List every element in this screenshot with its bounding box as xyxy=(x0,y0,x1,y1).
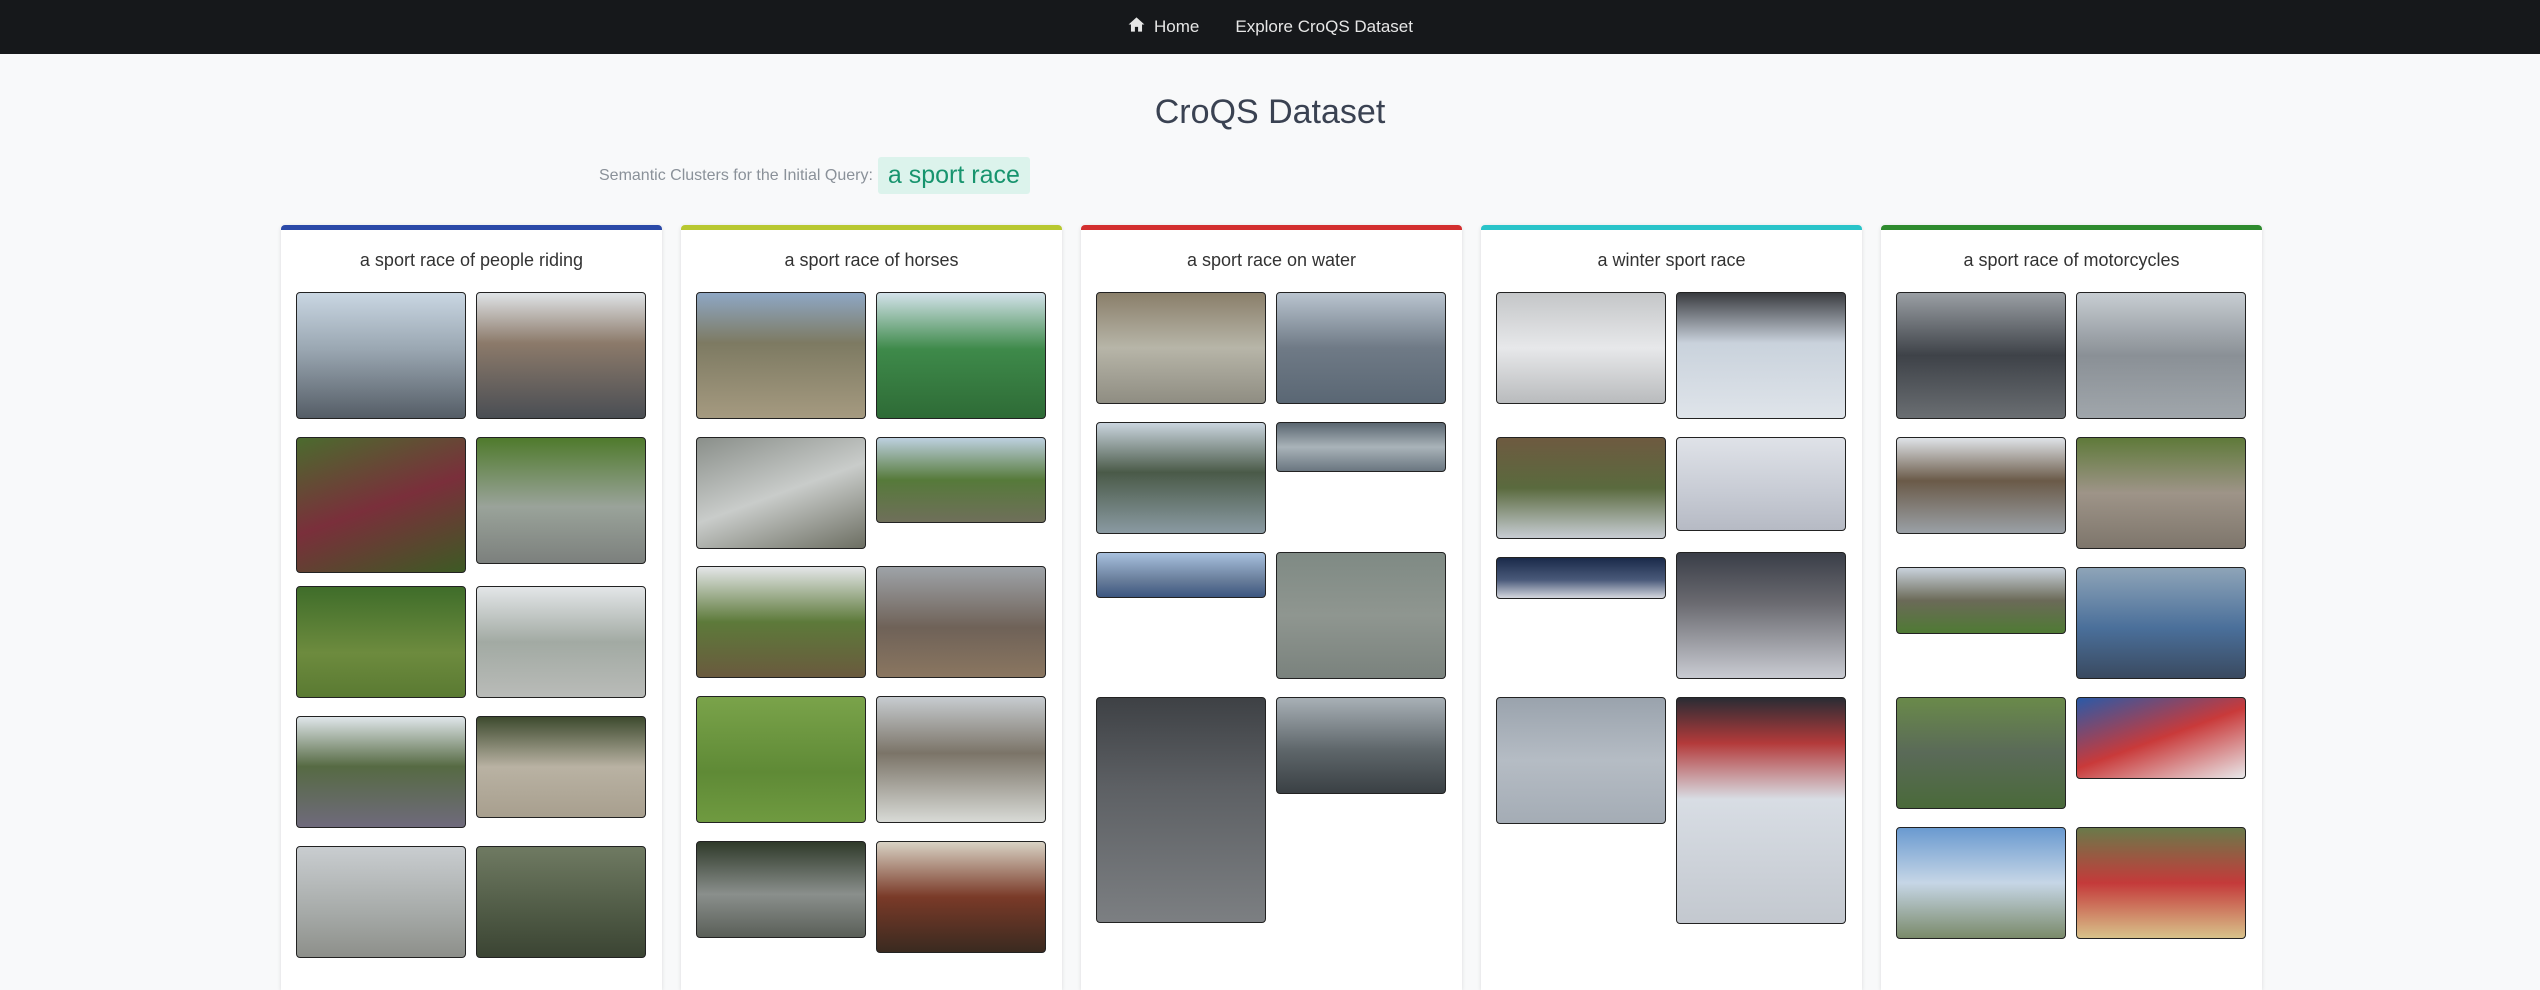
cluster-image[interactable] xyxy=(1676,437,1846,531)
cluster-card: a sport race on water xyxy=(1081,225,1462,990)
cluster-image[interactable] xyxy=(1276,292,1446,404)
page-title: CroQS Dataset xyxy=(1154,93,1386,131)
query-label: Semantic Clusters for the Initial Query: xyxy=(599,166,873,184)
cluster-image[interactable] xyxy=(1496,292,1666,404)
cluster-image[interactable] xyxy=(696,696,866,823)
nav-home-label: Home xyxy=(1154,17,1200,36)
cluster-image[interactable] xyxy=(696,437,866,549)
cluster-columns: a sport race of people riding a sport ra… xyxy=(281,225,2263,990)
cluster-card: a winter sport race xyxy=(1481,225,1862,990)
cluster-title: a sport race of motorcycles xyxy=(1963,250,2180,270)
cluster-card: a sport race of horses xyxy=(681,225,1062,990)
nav-explore-label: Explore CroQS Dataset xyxy=(1235,17,1413,36)
nav-home-link[interactable]: Home xyxy=(1127,15,1199,39)
cluster-image[interactable] xyxy=(2076,292,2246,419)
cluster-title: a sport race of horses xyxy=(784,250,959,270)
query-badge: a sport race xyxy=(877,157,1030,194)
cluster-image[interactable] xyxy=(1096,552,1266,598)
cluster-image[interactable] xyxy=(1496,557,1666,599)
cluster-image[interactable] xyxy=(296,586,466,698)
home-icon xyxy=(1127,15,1146,39)
cluster-image[interactable] xyxy=(296,716,466,828)
cluster-image[interactable] xyxy=(296,437,466,573)
cluster-image[interactable] xyxy=(296,846,466,958)
cluster-image[interactable] xyxy=(1276,697,1446,794)
cluster-image[interactable] xyxy=(476,716,646,818)
cluster-card: a sport race of people riding xyxy=(281,225,662,990)
cluster-title: a sport race of people riding xyxy=(359,250,584,270)
cluster-image[interactable] xyxy=(2076,697,2246,779)
cluster-image[interactable] xyxy=(876,841,1046,953)
cluster-image[interactable] xyxy=(2076,437,2246,549)
cluster-image[interactable] xyxy=(1276,422,1446,472)
initial-query-row: Semantic Clusters for the Initial Query:… xyxy=(599,157,1030,194)
cluster-image[interactable] xyxy=(1896,827,2066,939)
cluster-image[interactable] xyxy=(1896,292,2066,419)
nav-explore-link[interactable]: Explore CroQS Dataset xyxy=(1235,17,1413,37)
cluster-image[interactable] xyxy=(696,292,866,419)
cluster-image[interactable] xyxy=(876,696,1046,823)
cluster-image[interactable] xyxy=(696,841,866,938)
cluster-image[interactable] xyxy=(876,566,1046,678)
cluster-image[interactable] xyxy=(1096,422,1266,534)
cluster-image[interactable] xyxy=(1896,567,2066,634)
cluster-card: a sport race of motorcycles xyxy=(1881,225,2262,990)
cluster-title: a winter sport race xyxy=(1597,250,1746,270)
cluster-image[interactable] xyxy=(1096,292,1266,404)
cluster-image[interactable] xyxy=(1276,552,1446,679)
cluster-image[interactable] xyxy=(1676,697,1846,924)
cluster-image[interactable] xyxy=(476,586,646,698)
cluster-image[interactable] xyxy=(476,846,646,958)
cluster-image[interactable] xyxy=(1496,437,1666,539)
cluster-image[interactable] xyxy=(1096,697,1266,923)
cluster-image[interactable] xyxy=(476,292,646,419)
cluster-image[interactable] xyxy=(2076,827,2246,939)
cluster-image[interactable] xyxy=(696,566,866,678)
top-navbar: Home Explore CroQS Dataset xyxy=(0,0,2540,54)
cluster-image[interactable] xyxy=(1676,552,1846,679)
cluster-image[interactable] xyxy=(476,437,646,564)
cluster-title: a sport race on water xyxy=(1186,250,1357,270)
cluster-image[interactable] xyxy=(1896,437,2066,534)
cluster-image[interactable] xyxy=(876,437,1046,523)
cluster-image[interactable] xyxy=(1496,697,1666,824)
cluster-image[interactable] xyxy=(876,292,1046,419)
cluster-image[interactable] xyxy=(1676,292,1846,419)
cluster-image[interactable] xyxy=(2076,567,2246,679)
cluster-image[interactable] xyxy=(1896,697,2066,809)
cluster-image[interactable] xyxy=(296,292,466,419)
